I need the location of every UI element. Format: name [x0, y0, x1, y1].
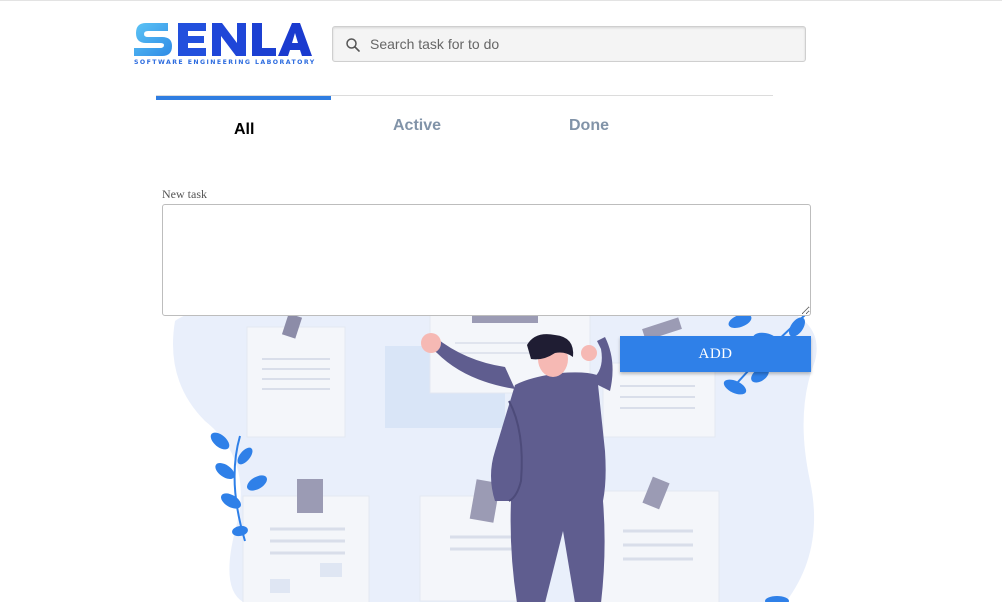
new-task-label: New task: [162, 187, 207, 201]
add-button[interactable]: ADD: [620, 336, 811, 372]
senla-logo[interactable]: SOFTWARE ENGINEERING LABORATORY: [134, 19, 314, 69]
search-input[interactable]: [370, 27, 790, 61]
search-bar[interactable]: [332, 26, 806, 62]
tab-active[interactable]: Active: [393, 117, 441, 135]
tab-indicator: [156, 96, 331, 100]
todo-app: SOFTWARE ENGINEERING LABORATORY All Acti…: [0, 0, 1002, 602]
tab-all[interactable]: All: [234, 121, 254, 139]
search-icon: [346, 38, 360, 52]
new-task-textarea[interactable]: [162, 204, 811, 316]
logo-wordmark: [134, 23, 312, 56]
logo-tagline: SOFTWARE ENGINEERING LABORATORY: [134, 59, 316, 66]
tab-done[interactable]: Done: [569, 117, 609, 135]
